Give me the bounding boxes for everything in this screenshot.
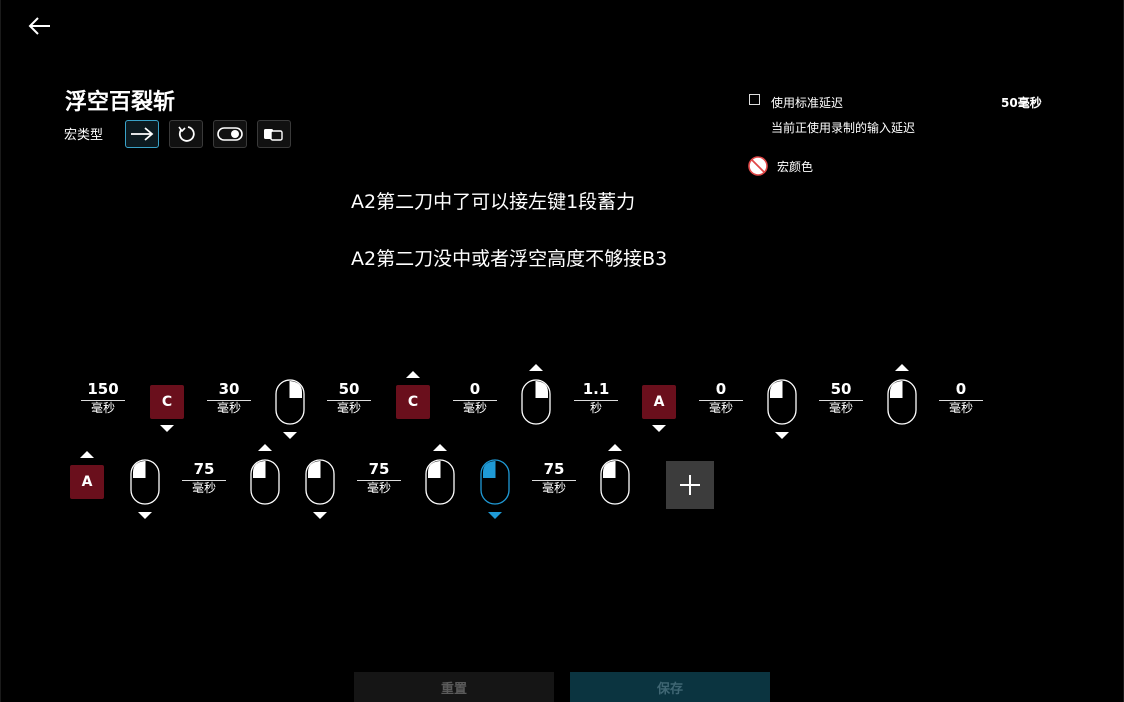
macro-type-sequence-button[interactable]: [257, 120, 291, 148]
reset-button[interactable]: 重置: [354, 672, 554, 702]
mouse-left-step[interactable]: [766, 378, 798, 426]
delay-value: 50: [327, 380, 371, 401]
mouse-left-step[interactable]: [304, 458, 336, 506]
mouse-right-step[interactable]: [274, 378, 306, 426]
delay-value: 50: [819, 380, 863, 401]
loop-icon: [178, 126, 195, 142]
mouse-left-step[interactable]: [424, 458, 456, 506]
left-edge-line: [0, 0, 1, 702]
note-line-2: A2第二刀没中或者浮空高度不够接B3: [351, 248, 668, 270]
mouse-left-step[interactable]: [129, 458, 161, 506]
mouse-left-button-icon: [886, 379, 918, 430]
delay-step[interactable]: 0 毫秒: [453, 380, 497, 416]
delay-step[interactable]: 75 毫秒: [182, 460, 226, 496]
standard-delay-label: 使用标准延迟: [771, 96, 844, 110]
mouse-right-button-icon: [274, 379, 306, 430]
no-color-icon: [748, 156, 768, 176]
delay-unit: 毫秒: [462, 401, 487, 415]
press-down-icon: [488, 512, 502, 519]
delay-value: 0: [453, 380, 497, 401]
release-up-icon: [608, 444, 622, 451]
delay-step[interactable]: 50 毫秒: [819, 380, 863, 416]
key-step-c[interactable]: C: [396, 385, 430, 419]
delay-step[interactable]: 1.1 秒: [574, 380, 618, 416]
macro-type-repeat-button[interactable]: [169, 120, 203, 148]
delay-unit: 秒: [589, 401, 602, 415]
key-step-a[interactable]: A: [642, 385, 676, 419]
delay-value: 75: [357, 460, 401, 481]
delay-unit: 毫秒: [336, 401, 361, 415]
delay-step[interactable]: 30 毫秒: [207, 380, 251, 416]
release-up-icon: [80, 451, 94, 458]
delay-unit: 毫秒: [90, 401, 115, 415]
note-line-1: A2第二刀中了可以接左键1段蓄力: [351, 191, 636, 213]
delay-value: 150: [81, 380, 125, 401]
press-down-icon: [138, 512, 152, 519]
macro-type-once-button[interactable]: [125, 120, 159, 148]
delay-unit: 毫秒: [541, 481, 566, 495]
delay-unit: 毫秒: [216, 401, 241, 415]
delay-value: 30: [207, 380, 251, 401]
delay-step[interactable]: 75 毫秒: [532, 460, 576, 496]
mouse-left-step[interactable]: [479, 458, 511, 506]
recorded-delay-note: 当前正使用录制的输入延迟: [771, 121, 916, 135]
release-up-icon: [433, 444, 447, 451]
mouse-right-step[interactable]: [520, 378, 552, 426]
mouse-left-button-icon: [599, 459, 631, 510]
delay-value: 0: [939, 380, 983, 401]
macro-color-label: 宏颜色: [777, 160, 814, 174]
key-step-a[interactable]: A: [70, 465, 104, 499]
mouse-left-button-icon: [424, 459, 456, 510]
mouse-left-button-icon: [479, 459, 511, 510]
toggle-icon: [217, 127, 243, 141]
mouse-left-step[interactable]: [599, 458, 631, 506]
arrow-right-icon: [131, 127, 154, 141]
mouse-right-button-icon: [520, 379, 552, 430]
press-down-icon: [775, 432, 789, 439]
back-button[interactable]: [26, 12, 54, 40]
delay-unit: 毫秒: [708, 401, 733, 415]
press-down-icon: [313, 512, 327, 519]
release-up-icon: [258, 444, 272, 451]
delay-step[interactable]: 150 毫秒: [81, 380, 125, 416]
delay-value: 1.1: [574, 380, 618, 401]
release-up-icon: [895, 364, 909, 371]
mouse-left-button-icon: [304, 459, 336, 510]
plus-icon: [680, 475, 700, 495]
delay-step[interactable]: 75 毫秒: [357, 460, 401, 496]
delay-unit: 毫秒: [948, 401, 973, 415]
key-step-c[interactable]: C: [150, 385, 184, 419]
mouse-left-step[interactable]: [886, 378, 918, 426]
delay-unit: 毫秒: [191, 481, 216, 495]
delay-step[interactable]: 0 毫秒: [939, 380, 983, 416]
add-step-button[interactable]: [666, 461, 714, 509]
macro-type-toggle-button[interactable]: [213, 120, 247, 148]
delay-unit: 毫秒: [366, 481, 391, 495]
standard-delay-checkbox[interactable]: [749, 94, 760, 105]
delay-value: 75: [182, 460, 226, 481]
press-down-icon: [652, 425, 666, 432]
press-down-icon: [283, 432, 297, 439]
macro-type-label: 宏类型: [64, 128, 104, 143]
delay-step[interactable]: 0 毫秒: [699, 380, 743, 416]
mouse-left-button-icon: [129, 459, 161, 510]
save-button[interactable]: 保存: [570, 672, 770, 702]
sequence-icon: [264, 129, 283, 141]
release-up-icon: [406, 371, 420, 378]
macro-title: 浮空百裂斩: [65, 90, 176, 115]
delay-value: 0: [699, 380, 743, 401]
press-down-icon: [160, 425, 174, 432]
macro-color-swatch[interactable]: [748, 156, 768, 176]
delay-unit: 毫秒: [828, 401, 853, 415]
arrow-left-icon: [28, 17, 50, 35]
delay-step[interactable]: 50 毫秒: [327, 380, 371, 416]
delay-value: 75: [532, 460, 576, 481]
mouse-left-button-icon: [249, 459, 281, 510]
mouse-left-button-icon: [766, 379, 798, 430]
standard-delay-value: 50毫秒: [1001, 96, 1042, 110]
mouse-left-step[interactable]: [249, 458, 281, 506]
release-up-icon: [529, 364, 543, 371]
